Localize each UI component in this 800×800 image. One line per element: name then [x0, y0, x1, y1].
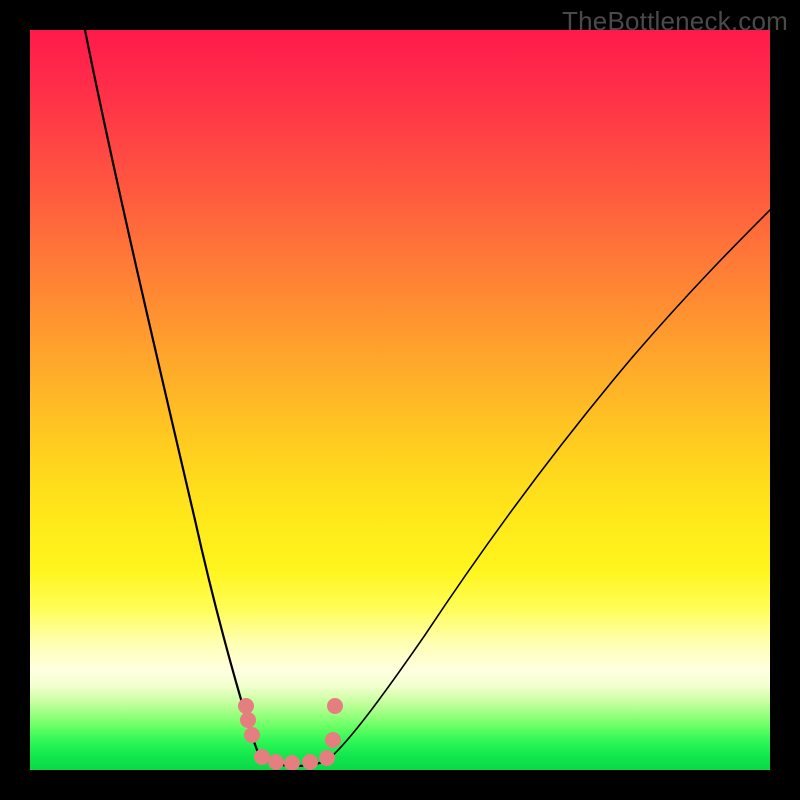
watermark-text: TheBottleneck.com — [562, 6, 788, 37]
data-marker — [319, 750, 335, 766]
curve-layer — [30, 30, 770, 770]
data-marker — [302, 754, 318, 770]
data-marker — [244, 727, 260, 743]
data-marker — [268, 754, 284, 770]
data-marker — [240, 712, 256, 728]
data-marker — [327, 698, 343, 714]
data-marker — [238, 698, 254, 714]
chart-frame: TheBottleneck.com — [0, 0, 800, 800]
data-marker — [325, 732, 341, 748]
plot-area — [30, 30, 770, 770]
data-marker — [254, 749, 270, 765]
data-marker-group — [238, 698, 343, 770]
curve-right-branch — [330, 210, 770, 758]
data-marker — [284, 755, 300, 770]
curve-left-branch — [85, 30, 260, 758]
